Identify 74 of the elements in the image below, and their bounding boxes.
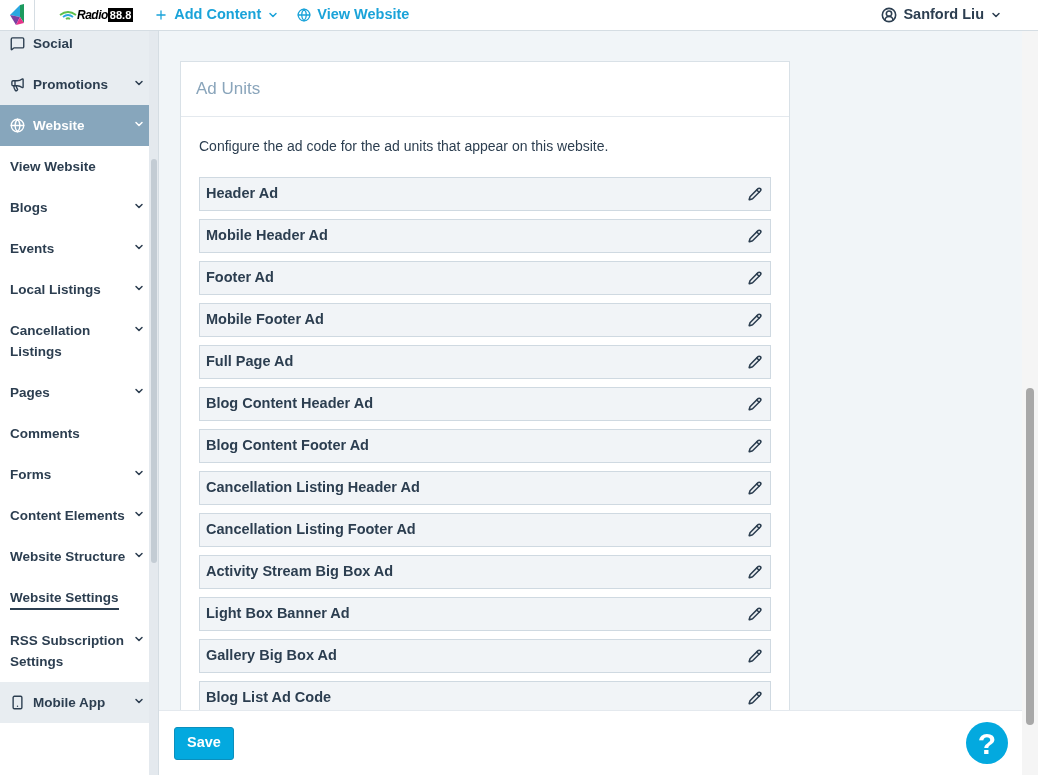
ad-unit-label: Mobile Header Ad bbox=[206, 226, 328, 246]
ad-unit-row[interactable]: Blog Content Header Ad bbox=[199, 387, 771, 421]
ad-unit-label: Footer Ad bbox=[206, 268, 274, 288]
phone-icon bbox=[10, 695, 25, 710]
sidebar-label: View Website bbox=[10, 158, 96, 176]
ad-unit-label: Blog Content Header Ad bbox=[206, 394, 374, 414]
user-menu[interactable]: Sanford Liu bbox=[881, 4, 1002, 26]
chat-icon bbox=[10, 36, 25, 51]
sidebar-label: Local Listings bbox=[10, 281, 101, 299]
ad-unit-row[interactable]: Light Box Banner Ad bbox=[199, 597, 771, 631]
sidebar-label: Cancellation Listings bbox=[10, 322, 92, 361]
edit-icon[interactable] bbox=[748, 607, 762, 621]
ad-unit-label: Cancellation Listing Header Ad bbox=[206, 478, 420, 498]
sidebar-label: Promotions bbox=[33, 76, 108, 94]
ad-unit-label: Mobile Footer Ad bbox=[206, 310, 324, 330]
sidebar-label: Website Settings bbox=[10, 587, 119, 610]
ad-unit-row[interactable]: Cancellation Listing Footer Ad bbox=[199, 513, 771, 547]
sidebar-scrollbar[interactable] bbox=[149, 31, 159, 775]
ad-unit-label: Full Page Ad bbox=[206, 352, 294, 372]
ad-unit-label: Gallery Big Box Ad bbox=[206, 646, 337, 666]
sidebar-label: Website Structure bbox=[10, 548, 126, 566]
edit-icon[interactable] bbox=[748, 691, 762, 705]
edit-icon[interactable] bbox=[748, 649, 762, 663]
edit-icon[interactable] bbox=[748, 229, 762, 243]
edit-icon[interactable] bbox=[748, 397, 762, 411]
brand-name: Radio bbox=[77, 7, 108, 24]
ad-unit-label: Header Ad bbox=[206, 184, 278, 204]
card-description: Configure the ad code for the ad units that appear on this website. bbox=[199, 137, 610, 156]
edit-icon[interactable] bbox=[748, 439, 762, 453]
ad-unit-label: Light Box Banner Ad bbox=[206, 604, 350, 624]
brand-number: 88.8 bbox=[107, 8, 134, 22]
ad-unit-row[interactable]: Gallery Big Box Ad bbox=[199, 639, 771, 673]
globe-icon bbox=[10, 118, 25, 133]
page-scrollbar[interactable] bbox=[1022, 31, 1038, 775]
ad-unit-row[interactable]: Activity Stream Big Box Ad bbox=[199, 555, 771, 589]
sidebar-item[interactable]: Promotions bbox=[0, 64, 149, 105]
ad-unit-label: Blog List Ad Code bbox=[206, 688, 332, 708]
user-icon bbox=[881, 7, 898, 23]
ad-unit-row[interactable]: Cancellation Listing Header Ad bbox=[199, 471, 771, 505]
sidebar-item[interactable]: Mobile App bbox=[0, 682, 149, 723]
sidebar-label: RSS Subscription Settings bbox=[10, 632, 125, 671]
sidebar-label: Blogs bbox=[10, 199, 48, 217]
wifi-icon bbox=[59, 10, 77, 20]
edit-icon[interactable] bbox=[748, 187, 762, 201]
edit-icon[interactable] bbox=[748, 355, 762, 369]
ad-unit-row[interactable]: Header Ad bbox=[199, 177, 771, 211]
sidebar-label: Website bbox=[33, 117, 85, 135]
ad-unit-row[interactable]: Blog List Ad Code bbox=[199, 681, 771, 710]
ad-unit-row[interactable]: Mobile Header Ad bbox=[199, 219, 771, 253]
card-title: Ad Units bbox=[181, 62, 789, 117]
logo-icon bbox=[8, 3, 26, 27]
globe-icon bbox=[297, 8, 312, 22]
sidebar-label: Social bbox=[33, 35, 73, 53]
edit-icon[interactable] bbox=[748, 271, 762, 285]
ad-unit-row[interactable]: Blog Content Footer Ad bbox=[199, 429, 771, 463]
sidebar-label: Mobile App bbox=[33, 694, 106, 712]
ad-unit-label: Cancellation Listing Footer Ad bbox=[206, 520, 416, 540]
plus-icon bbox=[154, 8, 169, 22]
megaphone-icon bbox=[10, 77, 25, 92]
sidebar-label: Content Elements bbox=[10, 507, 125, 525]
ad-unit-row[interactable]: Mobile Footer Ad bbox=[199, 303, 771, 337]
sidebar-label: Forms bbox=[10, 466, 52, 484]
sidebar-item[interactable]: Social bbox=[0, 31, 149, 64]
edit-icon[interactable] bbox=[748, 313, 762, 327]
ad-unit-row[interactable]: Footer Ad bbox=[199, 261, 771, 295]
edit-icon[interactable] bbox=[748, 565, 762, 579]
sidebar-label: Events bbox=[10, 240, 55, 258]
ad-unit-label: Activity Stream Big Box Ad bbox=[206, 562, 394, 582]
sidebar-label: Comments bbox=[10, 425, 80, 443]
edit-icon[interactable] bbox=[748, 481, 762, 495]
ad-unit-label: Blog Content Footer Ad bbox=[206, 436, 369, 456]
edit-icon[interactable] bbox=[748, 523, 762, 537]
ad-unit-row[interactable]: Full Page Ad bbox=[199, 345, 771, 379]
sidebar-label: Pages bbox=[10, 384, 50, 402]
